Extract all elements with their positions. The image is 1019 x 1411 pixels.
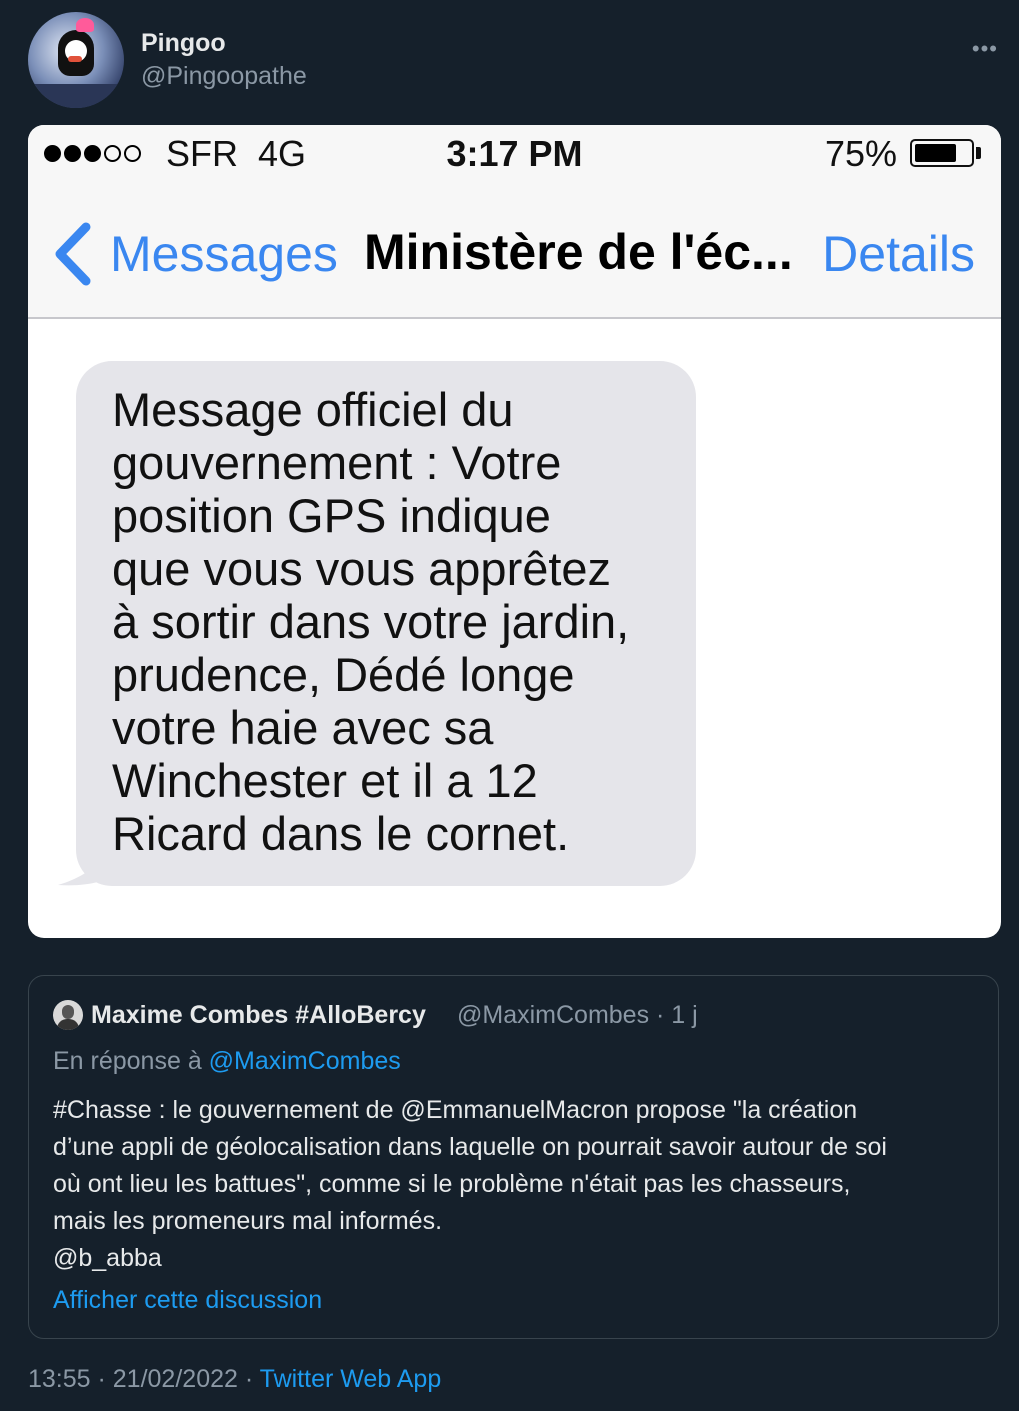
battery-icon xyxy=(910,139,974,167)
battery-percent: 75% xyxy=(825,133,898,174)
details-button: Details xyxy=(822,226,975,282)
avatar-ground xyxy=(28,84,124,108)
chevron-left-icon xyxy=(55,222,91,286)
more-options-icon[interactable]: ••• xyxy=(972,36,998,62)
tweet-header: Pingoo @Pingoopathe ••• xyxy=(28,12,998,112)
quoted-author-avatar[interactable] xyxy=(53,1000,83,1030)
tweet-timestamp[interactable]: 13:55 · 21/02/2022 · xyxy=(28,1365,253,1393)
battery-tip xyxy=(976,147,981,159)
quoted-tweet[interactable]: Maxime Combes #AlloBercy @MaximCombes · … xyxy=(28,975,999,1339)
quoted-author-name[interactable]: Maxime Combes #AlloBercy xyxy=(91,1001,426,1030)
tweet-metadata: 13:55 · 21/02/2022 · Twitter Web App xyxy=(28,1365,441,1394)
attached-screenshot[interactable]: SFR 4G 3:17 PM 75% Messages Ministère de… xyxy=(28,125,1001,938)
back-button: Messages xyxy=(110,226,338,282)
source-app-link[interactable]: Twitter Web App xyxy=(260,1365,442,1393)
phone-status-bar: SFR 4G 3:17 PM 75% xyxy=(28,125,1001,183)
battery-fill xyxy=(915,144,956,162)
avatar-hat xyxy=(76,18,94,32)
reply-context: En réponse à @MaximCombes xyxy=(53,1047,401,1076)
author-name[interactable]: Pingoo xyxy=(141,29,226,58)
quoted-tweet-text: #Chasse : le gouvernement de @EmmanuelMa… xyxy=(53,1096,887,1272)
author-avatar[interactable] xyxy=(28,12,124,108)
messages-nav-bar: Messages Ministère de l'éc... Details xyxy=(28,183,1001,319)
avatar-penguin-beak xyxy=(68,56,82,62)
author-handle[interactable]: @Pingoopathe xyxy=(141,62,307,91)
quoted-author-handle: @MaximCombes · 1 j xyxy=(457,1001,698,1029)
conversation-title: Ministère de l'éc... xyxy=(364,224,793,280)
message-text: Message officiel du gouvernement : Votre… xyxy=(112,383,630,860)
avatar-face xyxy=(62,1005,74,1019)
reply-prefix: En réponse à xyxy=(53,1047,202,1075)
reply-mention-link[interactable]: @MaximCombes xyxy=(209,1047,401,1075)
show-thread-link[interactable]: Afficher cette discussion xyxy=(53,1286,322,1315)
avatar-shoulders xyxy=(57,1019,79,1030)
